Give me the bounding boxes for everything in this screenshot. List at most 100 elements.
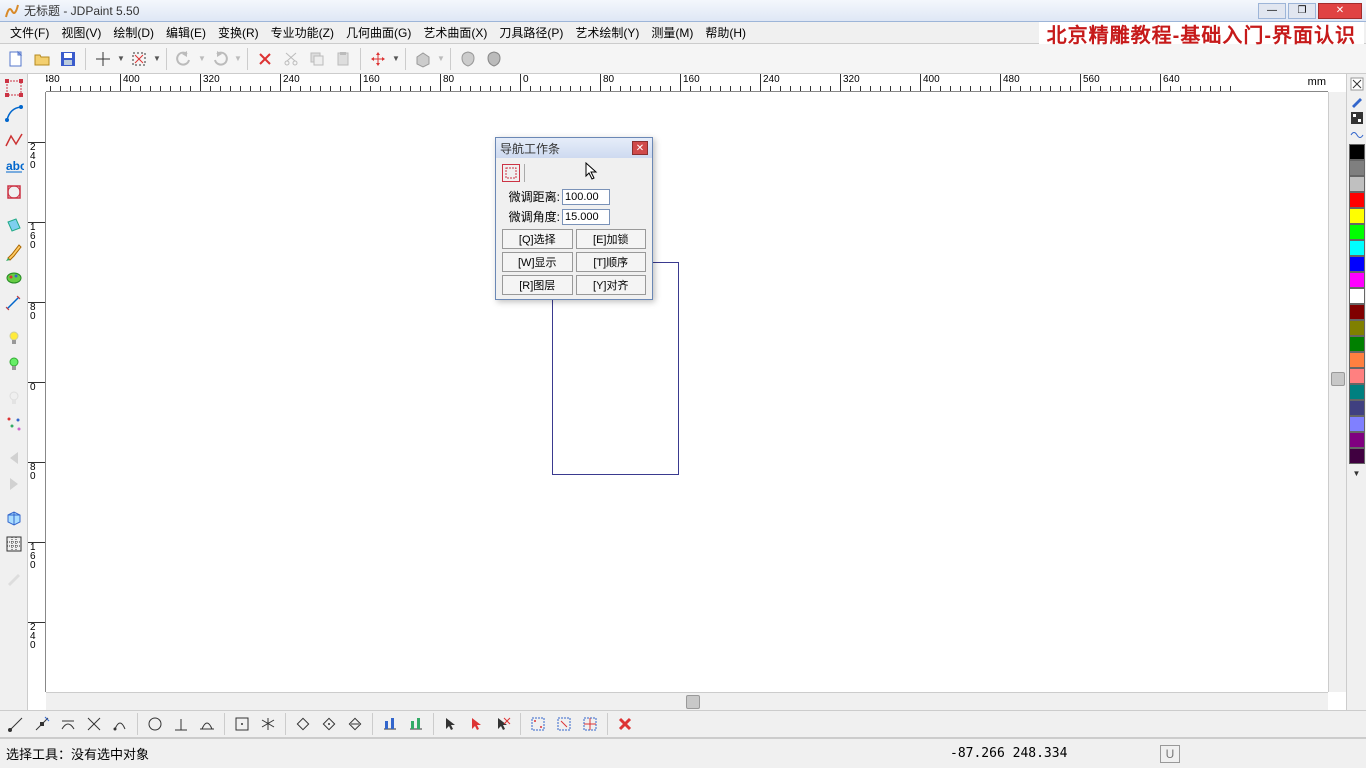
snap-grid-icon[interactable] (230, 712, 254, 736)
bulb-off-icon[interactable] (2, 386, 26, 410)
color-swatch-14[interactable] (1349, 368, 1365, 384)
menu-view[interactable]: 视图(V) (55, 22, 107, 43)
nav-btn-layer[interactable]: [R]图层 (502, 275, 573, 295)
region2-icon[interactable] (552, 712, 576, 736)
delete-icon[interactable] (253, 47, 277, 71)
shield1-icon[interactable] (456, 47, 480, 71)
color-swatch-16[interactable] (1349, 400, 1365, 416)
scrollbar-thumb[interactable] (1331, 372, 1345, 386)
snap-midpoint-icon[interactable] (30, 712, 54, 736)
minimize-button[interactable]: — (1258, 3, 1286, 19)
maximize-button[interactable]: ❐ (1288, 3, 1316, 19)
navigation-panel[interactable]: 导航工作条 ✕ 微调距离: 微调角度: [Q]选择 [E]加锁 [W]显示 [T… (495, 137, 653, 300)
horizontal-scrollbar[interactable] (46, 692, 1328, 710)
menu-help[interactable]: 帮助(H) (699, 22, 752, 43)
polyline-icon[interactable] (2, 128, 26, 152)
color-swatch-1[interactable] (1349, 160, 1365, 176)
menu-edit[interactable]: 编辑(E) (160, 22, 212, 43)
diamond3-icon[interactable] (343, 712, 367, 736)
fill-tool-icon[interactable] (2, 214, 26, 238)
menu-toolpath[interactable]: 刀具路径(P) (493, 22, 569, 43)
color-swatch-9[interactable] (1349, 288, 1365, 304)
redo-icon[interactable] (208, 47, 232, 71)
diamond2-icon[interactable] (317, 712, 341, 736)
color-swatch-10[interactable] (1349, 304, 1365, 320)
open-file-icon[interactable] (30, 47, 54, 71)
move-icon[interactable] (366, 47, 390, 71)
canvas[interactable] (46, 92, 1328, 692)
menu-measure[interactable]: 测量(M) (645, 22, 699, 43)
copy-icon[interactable] (305, 47, 329, 71)
menu-transform[interactable]: 变换(R) (212, 22, 265, 43)
shape3d-icon[interactable] (411, 47, 435, 71)
snap-tangent-icon[interactable] (56, 712, 80, 736)
color-swatch-6[interactable] (1349, 240, 1365, 256)
brush-tool-icon[interactable] (2, 240, 26, 264)
shape-tool-icon[interactable] (2, 180, 26, 204)
color-swatch-19[interactable] (1349, 448, 1365, 464)
color-swatch-17[interactable] (1349, 416, 1365, 432)
menu-art-draw[interactable]: 艺术绘制(Y) (569, 22, 645, 43)
color-swatch-3[interactable] (1349, 192, 1365, 208)
dropdown-icon[interactable]: ▼ (198, 47, 206, 71)
arrow-right-icon[interactable] (2, 472, 26, 496)
pointer-x-icon[interactable] (491, 712, 515, 736)
paste-icon[interactable] (331, 47, 355, 71)
pencil-icon[interactable] (1349, 93, 1365, 109)
dropdown-icon[interactable]: ▼ (234, 47, 242, 71)
menu-geom-surface[interactable]: 几何曲面(G) (340, 22, 417, 43)
text-tool-icon[interactable]: abc (2, 154, 26, 178)
bulb-green-icon[interactable] (2, 352, 26, 376)
nav-btn-display[interactable]: [W]显示 (502, 252, 573, 272)
snap-quad-icon[interactable] (195, 712, 219, 736)
nav-distance-input[interactable] (562, 189, 610, 205)
nav-btn-align[interactable]: [Y]对齐 (576, 275, 647, 295)
nav-selection-icon[interactable] (502, 164, 520, 182)
pointer-icon[interactable] (439, 712, 463, 736)
vertical-scrollbar[interactable] (1328, 92, 1346, 692)
wave-icon[interactable] (1349, 127, 1365, 143)
swatch-more-icon[interactable]: ▼ (1349, 465, 1365, 481)
nav-btn-order[interactable]: [T]顺序 (576, 252, 647, 272)
cancel-icon[interactable] (613, 712, 637, 736)
nav-close-button[interactable]: ✕ (632, 141, 648, 155)
dropdown-icon[interactable]: ▼ (153, 47, 161, 71)
menu-professional[interactable]: 专业功能(Z) (265, 22, 340, 43)
new-file-icon[interactable] (4, 47, 28, 71)
select-rect-icon[interactable] (127, 47, 151, 71)
dropdown-icon[interactable]: ▼ (437, 47, 445, 71)
selection-tool-icon[interactable] (2, 76, 26, 100)
scrollbar-thumb[interactable] (686, 695, 700, 709)
crosshair-icon[interactable] (91, 47, 115, 71)
dropdown-icon[interactable]: ▼ (117, 47, 125, 71)
color-swatch-7[interactable] (1349, 256, 1365, 272)
undo-icon[interactable] (172, 47, 196, 71)
region3-icon[interactable] (578, 712, 602, 736)
color-swatch-5[interactable] (1349, 224, 1365, 240)
color-swatch-12[interactable] (1349, 336, 1365, 352)
scatter-icon[interactable] (2, 412, 26, 436)
close-button[interactable]: ✕ (1318, 3, 1362, 19)
nav-btn-select[interactable]: [Q]选择 (502, 229, 573, 249)
align-h-icon[interactable] (378, 712, 402, 736)
cut-icon[interactable] (279, 47, 303, 71)
menu-art-surface[interactable]: 艺术曲面(X) (417, 22, 493, 43)
snap-axis-icon[interactable] (256, 712, 280, 736)
snap-endpoint-icon[interactable] (4, 712, 28, 736)
diamond1-icon[interactable] (291, 712, 315, 736)
dropdown-icon[interactable]: ▼ (392, 47, 400, 71)
color-swatch-4[interactable] (1349, 208, 1365, 224)
snap-perp-icon[interactable] (169, 712, 193, 736)
measure-tool-icon[interactable] (2, 292, 26, 316)
nav-angle-input[interactable] (562, 209, 610, 225)
color-swatch-18[interactable] (1349, 432, 1365, 448)
menu-file[interactable]: 文件(F) (4, 22, 55, 43)
save-file-icon[interactable] (56, 47, 80, 71)
node-edit-icon[interactable] (2, 102, 26, 126)
color-tool-icon[interactable] (2, 266, 26, 290)
cube3d-icon[interactable] (2, 506, 26, 530)
grid-icon[interactable] (2, 532, 26, 556)
color-swatch-15[interactable] (1349, 384, 1365, 400)
nav-panel-titlebar[interactable]: 导航工作条 ✕ (496, 138, 652, 158)
color-swatch-13[interactable] (1349, 352, 1365, 368)
